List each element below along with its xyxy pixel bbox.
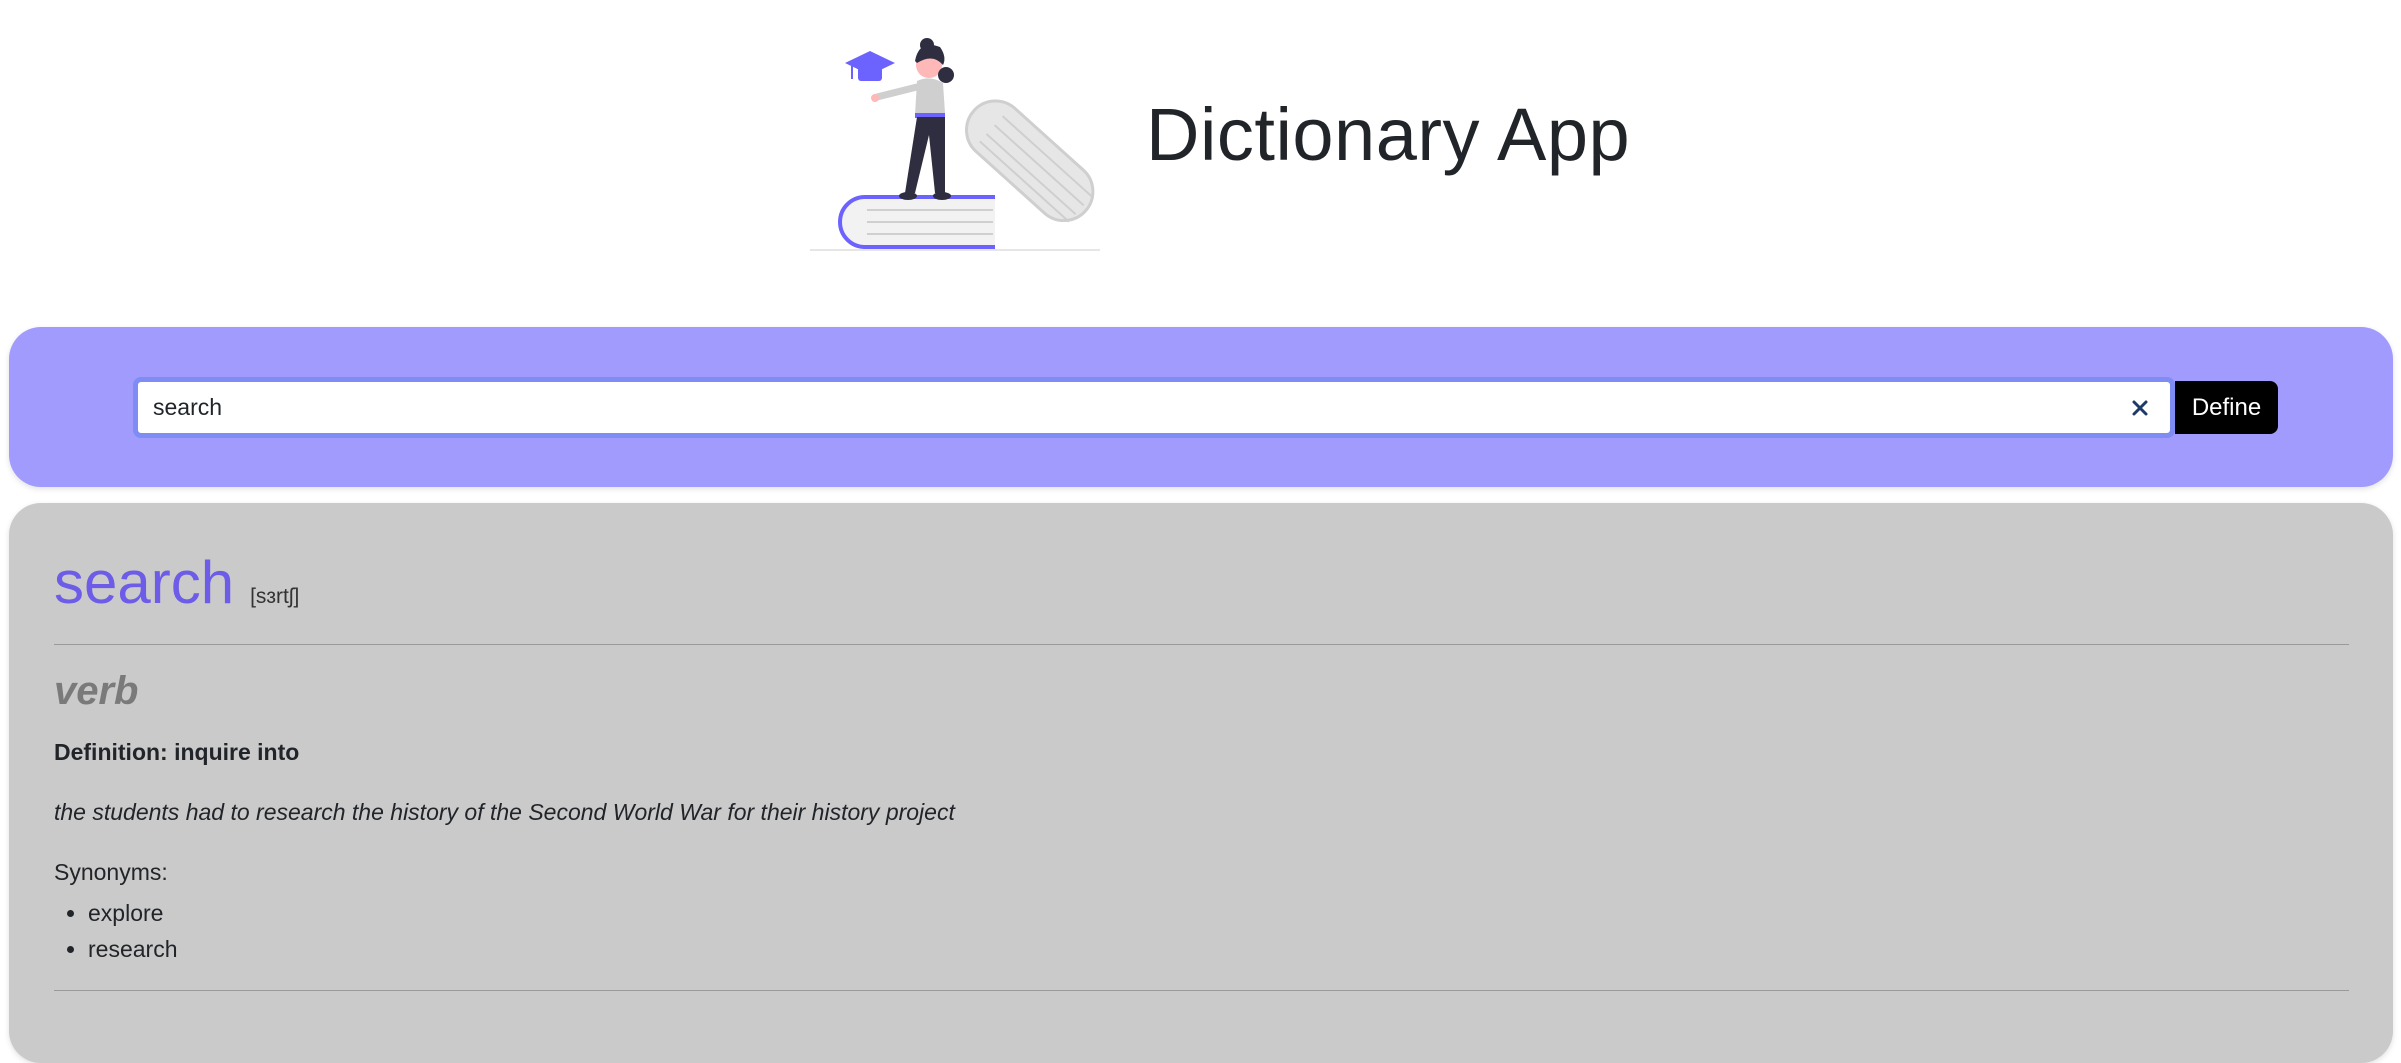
results-panel: search [sɜrtʃ] verb Definition: inquire … (9, 503, 2393, 1063)
example-sentence: the students had to research the history… (54, 799, 955, 825)
synonyms-list: explore research (54, 895, 177, 967)
result-word: search (54, 549, 235, 616)
part-of-speech: verb (54, 669, 139, 713)
divider (54, 644, 2349, 645)
app-title: Dictionary App (1146, 93, 1631, 176)
student-on-books-illustration-icon (805, 35, 1105, 260)
divider (54, 990, 2349, 991)
phonetic-text: [sɜrtʃ] (250, 585, 300, 608)
app-header: Dictionary App (0, 0, 2401, 300)
synonym-item: explore (88, 895, 177, 931)
close-icon (2132, 400, 2148, 415)
define-button[interactable]: Define (2175, 381, 2278, 434)
search-panel: Define (9, 327, 2393, 487)
synonyms-label: Synonyms: (54, 859, 168, 885)
search-input[interactable] (138, 382, 2170, 433)
definition-text: Definition: inquire into (54, 739, 300, 765)
synonym-item: research (88, 931, 177, 967)
word-heading: search [sɜrtʃ] (54, 553, 299, 613)
search-field-wrapper (133, 377, 2175, 438)
clear-search-button[interactable] (2126, 394, 2154, 422)
